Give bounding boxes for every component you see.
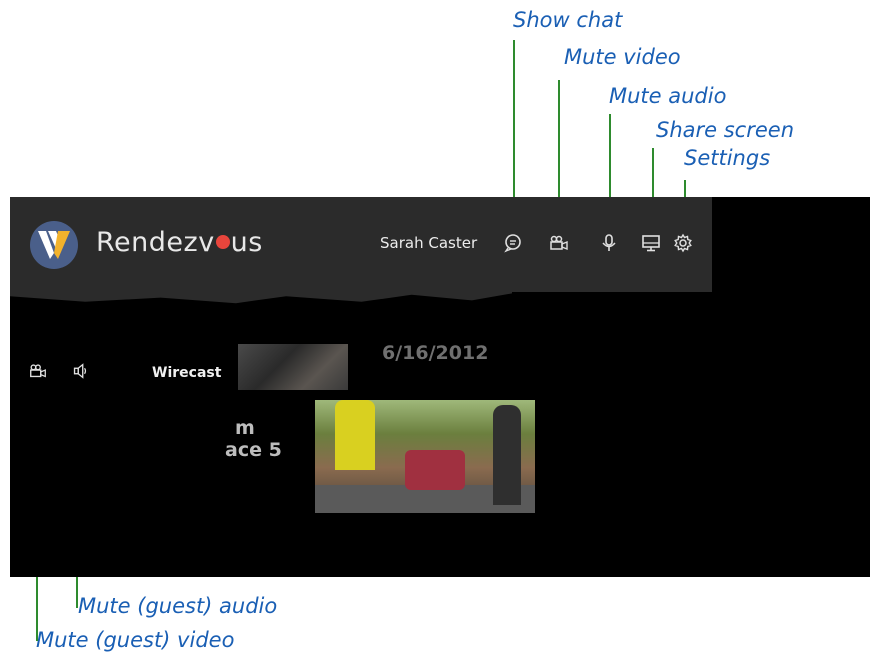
- mute-video-button[interactable]: [548, 232, 570, 254]
- top-bar: Rendezv us Sarah Caster: [10, 197, 712, 292]
- torn-edge-decoration: [10, 292, 512, 304]
- mute-guest-video-button[interactable]: [28, 361, 48, 381]
- monitor-icon: [642, 235, 660, 252]
- brand-name: Rendezv us: [96, 227, 263, 258]
- annotation-show-chat: Show chat: [513, 8, 623, 32]
- annotation-mute-guest-audio: Mute (guest) audio: [78, 594, 278, 618]
- settings-button[interactable]: [672, 232, 694, 254]
- user-name: Sarah Caster: [380, 234, 478, 252]
- video-text-line-1: m: [235, 417, 255, 439]
- video-text-overlay: m ace 5: [225, 417, 282, 461]
- chat-icon: [504, 234, 521, 253]
- rendezvous-app: Rendezv us Sarah Caster Wirecast 6/16/201…: [10, 197, 870, 577]
- gear-icon: [674, 233, 692, 253]
- guest-name: Wirecast: [152, 365, 222, 381]
- mute-guest-audio-button[interactable]: [70, 361, 90, 381]
- brand-dot-icon: [215, 234, 230, 249]
- annotation-mute-video: Mute video: [564, 45, 681, 69]
- video-camera-icon: [30, 364, 46, 378]
- guest-video-thumbnail: [238, 344, 348, 390]
- annotation-share-screen: Share screen: [656, 118, 795, 142]
- mute-audio-button[interactable]: [598, 232, 620, 254]
- annotation-mute-guest-video: Mute (guest) video: [36, 628, 235, 652]
- video-date-overlay: 6/16/2012: [382, 342, 489, 364]
- speaker-icon: [73, 363, 87, 379]
- logo-icon: [30, 221, 78, 269]
- annotation-mute-audio: Mute audio: [609, 84, 727, 108]
- show-chat-button[interactable]: [502, 232, 524, 254]
- annotation-settings: Settings: [684, 146, 771, 170]
- main-area: Wirecast 6/16/2012 m ace 5: [10, 292, 870, 577]
- video-frame: [315, 400, 535, 513]
- video-text-line-2: ace 5: [225, 439, 282, 461]
- share-screen-button[interactable]: [640, 232, 662, 254]
- video-camera-icon: [550, 235, 568, 251]
- microphone-icon: [602, 234, 616, 251]
